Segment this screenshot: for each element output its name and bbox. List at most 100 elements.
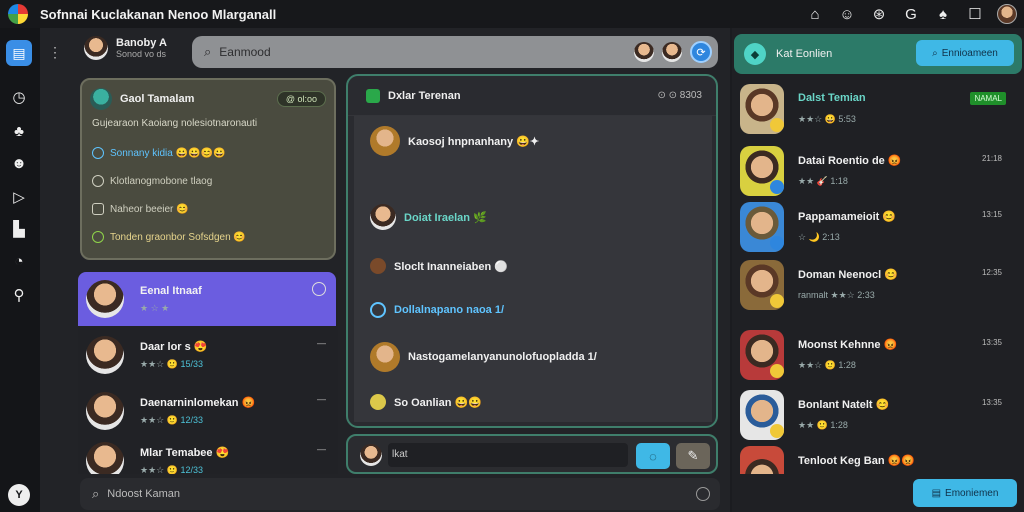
avatar [86,336,124,374]
clock-icon[interactable]: ◷ [8,86,30,108]
avatar [86,280,124,318]
chat-panel: Dxlar Terenan ⊙ ⊙ 8303 Kaosoj hnpnanhany… [346,74,718,428]
more-options-icon[interactable]: ⋮ [48,44,62,61]
friend-row[interactable]: Tenloot Keg Ban 😡😡 [738,446,1018,474]
avatar[interactable] [634,42,654,62]
list-icon: ▤ [931,487,942,499]
friend-row[interactable]: Bonlant Natelt 😊 ★★ 🙂 1:28 13:35 [738,390,1018,446]
list-item[interactable]: Mlar Temabee 😍 ★★☆ 🙂 12/33 — [78,434,336,474]
status-tag: NAMAL [970,92,1006,105]
diamond-icon: ◆ [744,43,766,65]
search-input[interactable]: ⌕ Eanmood ⟳ [192,36,718,68]
bottom-search-input[interactable]: ⌕ Ndoost Kaman [80,478,720,510]
left-sidebar: ▤ ◷ ♣ ☻ ▷ ▙ ◔ ⚲ Y [0,28,40,512]
window-icon[interactable]: ☐ [964,3,986,25]
more-icon[interactable]: — [317,338,326,348]
chat-header-meta[interactable]: ⊙ ⊙ 8303 [657,90,702,101]
search-icon: ⌕ [204,44,212,59]
message[interactable]: So Oanlian 😀😀 [370,394,482,410]
status-badge [770,118,784,132]
sidebar-home-icon[interactable]: ▤ [6,40,32,66]
home-icon[interactable]: ⌂ [804,3,826,25]
settings-icon[interactable]: ⊛ [868,3,890,25]
refresh-icon[interactable]: ⟳ [690,41,712,63]
group-item[interactable]: Tonden graonbor Sofsdgen 😊 [92,223,334,251]
google-icon[interactable]: G [900,3,922,25]
group-item[interactable]: Klotlanogmobone tlaog [92,167,334,195]
friend-row[interactable]: Datai Roentio de 😡 ★★ 🎸 1:18 21:18 [738,146,1018,202]
status-badge [770,180,784,194]
avatar [370,342,400,372]
message[interactable]: Kaosoj hnpnanhany 😀✦ [370,126,539,156]
message[interactable]: Nastogamelanyanunolofuopladda 1/ [370,342,597,372]
group-item[interactable]: Naheor beeier 😊 [92,195,334,223]
check-icon [92,231,104,243]
list-item[interactable]: Daenarninlomekan 😡 ★★☆ 🙂 12/33 — [78,384,336,438]
chat-title: Dxlar Terenan [388,89,461,102]
message[interactable]: Doiat Iraelan 🌿 [370,204,487,230]
group-badge: @ ol:oo [276,91,326,107]
avatar[interactable] [662,42,682,62]
avatar [370,126,400,156]
group-icon [90,88,112,110]
profile-name: Banoby A [116,37,167,49]
friend-row[interactable]: Moonst Kehnne 😡 ★★☆ 🙂 1:28 13:35 [738,330,1018,386]
app-logo-icon [8,4,28,24]
send-button[interactable]: ◌ [636,443,670,469]
notification-icon[interactable]: ♠ [932,3,954,25]
avatar [997,4,1017,24]
chat-list: Eenal Itnaaf ★ ☆ ★ Daar lor s 😍 ★★☆ 🙂 15… [78,272,338,474]
search-icon: ⌕ [932,47,938,59]
more-icon[interactable]: — [317,444,326,454]
more-icon[interactable] [312,282,326,296]
friends-search-button[interactable]: ⌕ Ennioameen [916,40,1014,66]
options-icon[interactable] [696,487,710,501]
friend-row[interactable]: Doman Neenocl 😊 ranmalt ★★☆ 2:33 12:35 [738,260,1018,316]
message-area: Kaosoj hnpnanhany 😀✦ Doiat Iraelan 🌿 Slo… [354,116,712,422]
status-badge [770,294,784,308]
attach-button[interactable]: ✎ [676,443,710,469]
friend-row[interactable]: Pappamameioit 😊 ☆ 🌙 2:13 13:15 [738,202,1018,258]
info-icon [370,302,386,318]
play-icon[interactable]: ▷ [8,186,30,208]
list-item[interactable]: Eenal Itnaaf ★ ☆ ★ [78,272,336,326]
avatar [370,258,386,274]
status-badge [770,424,784,438]
group-title: Gaol Tamalam [120,93,195,105]
avatar [86,442,124,474]
avatar [360,444,382,466]
message[interactable]: Dollalnapano naoa 1/ [370,302,504,318]
profile-avatar-button[interactable] [996,3,1018,25]
avatar [86,392,124,430]
friends-header: ◆ Kat Eonlien ⌕ Ennioameen [734,34,1022,74]
group-subtitle: Gujearaon Kaoiang nolesiotnaronauti [92,118,258,129]
info-icon [92,147,104,159]
account-button[interactable]: Y [8,484,30,506]
list-item[interactable]: Daar lor s 😍 ★★☆ 🙂 15/33 — [78,328,336,382]
search-icon: ⌕ [92,486,100,501]
avatar [370,204,396,230]
store-icon[interactable]: ▙ [8,218,30,240]
friend-row[interactable]: Dalst Temian ★★☆ 😀 5:53 NAMAL [738,84,1018,140]
avatar [740,446,784,474]
key-icon[interactable]: ⚲ [8,284,30,306]
chat-header: Dxlar Terenan ⊙ ⊙ 8303 [348,76,716,116]
doc-icon [92,203,104,215]
clock-icon [92,175,104,187]
message[interactable]: Sloclt Inanneiaben ⚪ [370,258,508,274]
message-input[interactable]: lkat [388,443,628,467]
profile-header[interactable]: Banoby A Sonod vo ds [84,36,167,60]
friends-action-button[interactable]: ▤ Emoniemen [913,479,1017,507]
friends-title: Kat Eonlien [776,48,833,60]
title-bar: Sofnnai Kuclakanan Nenoo Mlarganall ⌂ ☺ … [0,0,1024,28]
chat-status-icon [366,88,380,103]
user-icon[interactable]: ☺ [836,3,858,25]
groups-icon[interactable]: ♣ [8,120,30,142]
activity-icon[interactable]: ◔ [8,250,30,272]
avatar [84,36,108,60]
group-card[interactable]: Gaol Tamalam @ ol:oo Gujearaon Kaoiang n… [80,78,336,260]
emoji-icon[interactable]: ☻ [8,152,30,174]
group-item[interactable]: Sonnany kidia 😀😀😊😀 [92,139,334,167]
profile-status: Sonod vo ds [116,49,167,59]
more-icon[interactable]: — [317,394,326,404]
